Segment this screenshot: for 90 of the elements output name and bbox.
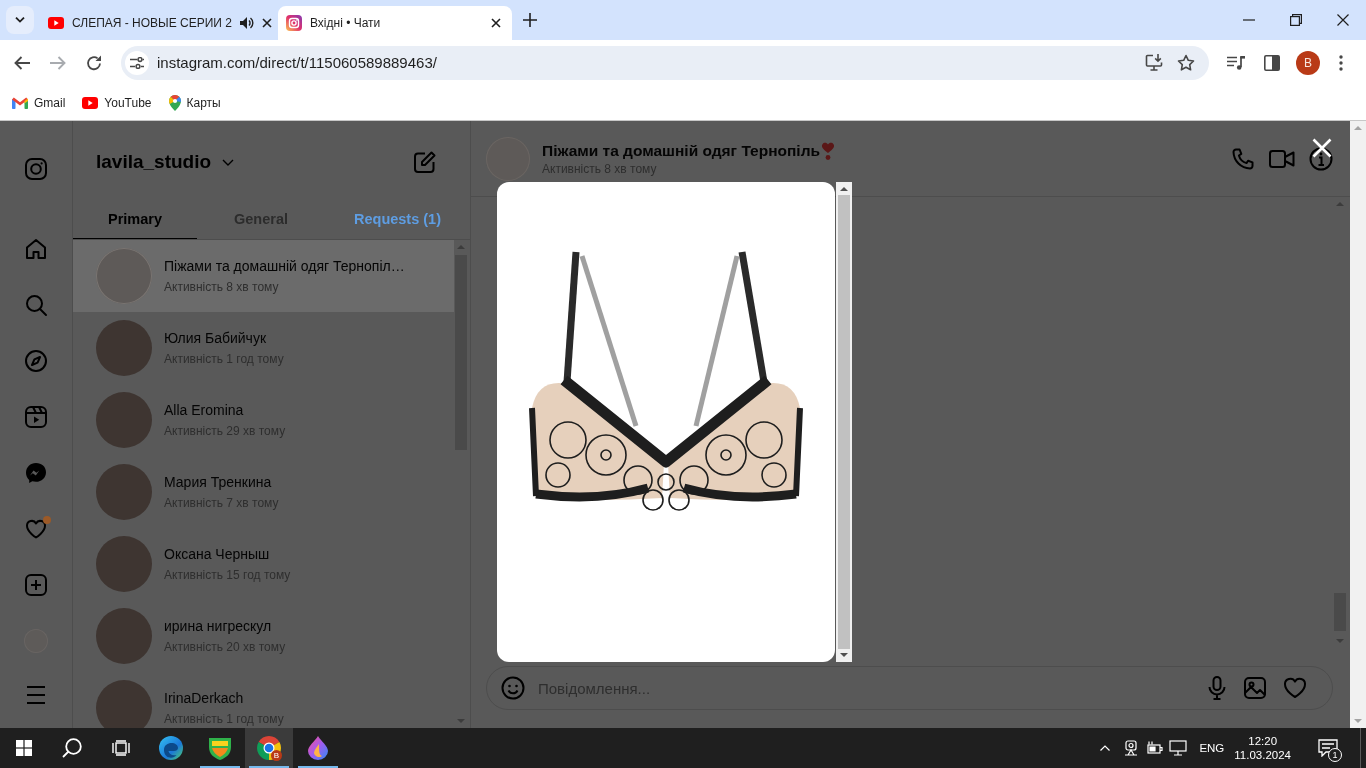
notification-count: 1 <box>1328 748 1342 762</box>
close-icon[interactable] <box>1337 14 1349 26</box>
plus-icon[interactable] <box>523 13 537 27</box>
url-text: instagram.com/direct/t/115060589889463/ <box>157 54 437 71</box>
conversation-item[interactable]: Піжами та домашній одяг Тернопіл… Активність 8 хв тому <box>73 240 454 312</box>
profile-badge: B <box>271 750 282 761</box>
microphone-icon[interactable] <box>1207 676 1227 700</box>
home-icon[interactable] <box>24 237 48 261</box>
chevron-down-icon <box>15 17 25 23</box>
clock-time[interactable]: 12:20 <box>1248 735 1278 747</box>
restore-icon[interactable] <box>1290 14 1302 26</box>
shield-icon <box>209 736 231 760</box>
menu-dots-icon[interactable] <box>1339 54 1343 71</box>
profile-button[interactable]: B <box>1296 50 1320 75</box>
create-icon[interactable] <box>24 573 48 597</box>
avatar-icon <box>96 392 152 448</box>
battery-icon[interactable] <box>1145 741 1164 755</box>
bookmark-link[interactable]: Карты <box>168 90 221 115</box>
menu-icon[interactable] <box>24 685 48 705</box>
heart-icon[interactable] <box>1283 677 1307 699</box>
contact-name: Alla Eromina <box>164 402 245 418</box>
side-panel-icon[interactable] <box>1264 54 1280 71</box>
back-arrow-icon[interactable] <box>14 55 30 70</box>
inbox-tab[interactable]: Requests (1) <box>325 199 470 239</box>
youtube-icon <box>48 17 64 29</box>
heart-exclamation-icon <box>821 141 836 160</box>
inbox-tab[interactable]: Primary <box>73 199 197 239</box>
account-name[interactable]: lavila_studio <box>96 151 212 173</box>
site-info-button[interactable] <box>125 50 149 75</box>
music-queue-icon[interactable] <box>1227 55 1245 70</box>
task-view-icon[interactable] <box>112 740 130 756</box>
instagram-logo-icon[interactable] <box>24 157 48 181</box>
chrome-icon <box>257 736 281 760</box>
avatar-icon <box>96 464 152 520</box>
contact-name: ирина нигрескул <box>164 618 273 634</box>
compose-icon[interactable] <box>413 150 437 174</box>
contact-name: Оксана Черныш <box>164 546 271 562</box>
forward-arrow-icon[interactable] <box>50 55 66 70</box>
notifications-icon[interactable] <box>1318 739 1338 757</box>
contact-name: Піжами та домашній одяг Тернопіл… <box>164 258 405 274</box>
star-icon[interactable] <box>1177 53 1195 72</box>
bookmark-link[interactable]: YouTube <box>82 90 152 115</box>
map-pin-icon <box>168 94 181 111</box>
edge-icon <box>159 736 183 760</box>
avatar-icon <box>96 680 152 728</box>
contact-name: Мария Тренкина <box>164 474 273 490</box>
scroll-up-icon[interactable] <box>840 187 848 191</box>
messenger-icon[interactable] <box>24 461 48 485</box>
avatar-icon <box>96 320 152 376</box>
webcam-icon[interactable] <box>1124 740 1139 756</box>
language-indicator[interactable]: ENG <box>1199 742 1225 754</box>
tab-search-button[interactable] <box>6 6 34 34</box>
bookmark-link[interactable]: Gmail <box>12 90 66 115</box>
address-bar[interactable]: instagram.com/direct/t/115060589889463/ <box>121 45 1209 80</box>
speaker-icon[interactable] <box>240 17 254 29</box>
phone-icon[interactable] <box>1231 146 1255 171</box>
taskbar-app[interactable]: B <box>245 728 293 768</box>
youtube-icon <box>82 96 99 109</box>
browser-tab[interactable]: СЛЕПАЯ - НОВЫЕ СЕРИИ 2 <box>40 6 275 40</box>
video-camera-icon[interactable] <box>1269 148 1295 169</box>
avatar-icon <box>96 536 152 592</box>
chevron-up-icon[interactable] <box>1100 745 1111 751</box>
windows-logo-icon[interactable] <box>16 740 32 756</box>
browser-tab[interactable]: Вхідні • Чати <box>278 6 512 40</box>
drop-icon <box>308 736 328 760</box>
chevron-down-icon[interactable] <box>222 158 235 166</box>
tune-icon <box>130 56 144 69</box>
contact-name: Юлия Бабийчук <box>164 330 268 346</box>
search-icon[interactable] <box>62 738 82 758</box>
network-icon[interactable] <box>1169 740 1188 756</box>
compass-icon[interactable] <box>24 349 48 373</box>
clock-date[interactable]: 11.03.2024 <box>1234 749 1291 761</box>
image-icon[interactable] <box>1243 676 1267 700</box>
scrollbar-thumb[interactable] <box>455 255 467 450</box>
install-app-icon[interactable] <box>1145 54 1163 71</box>
instagram-icon <box>286 15 302 31</box>
scroll-down-icon[interactable] <box>840 653 848 657</box>
contact-name: IrinaDerkach <box>164 690 245 706</box>
heart-icon[interactable] <box>24 517 48 541</box>
scrollbar-thumb[interactable] <box>838 195 850 649</box>
close-icon[interactable] <box>262 18 272 28</box>
gmail-icon <box>12 96 28 109</box>
emoji-icon[interactable] <box>501 676 525 700</box>
avatar-icon <box>96 608 152 664</box>
close-icon[interactable] <box>491 18 501 28</box>
activity-status: Активність 8 хв тому <box>164 280 280 294</box>
reload-icon[interactable] <box>86 54 102 71</box>
chat-title: Піжами та домашній одяг Тернопіль <box>542 141 821 160</box>
reels-icon[interactable] <box>24 405 48 429</box>
info-icon[interactable] <box>1309 146 1333 171</box>
